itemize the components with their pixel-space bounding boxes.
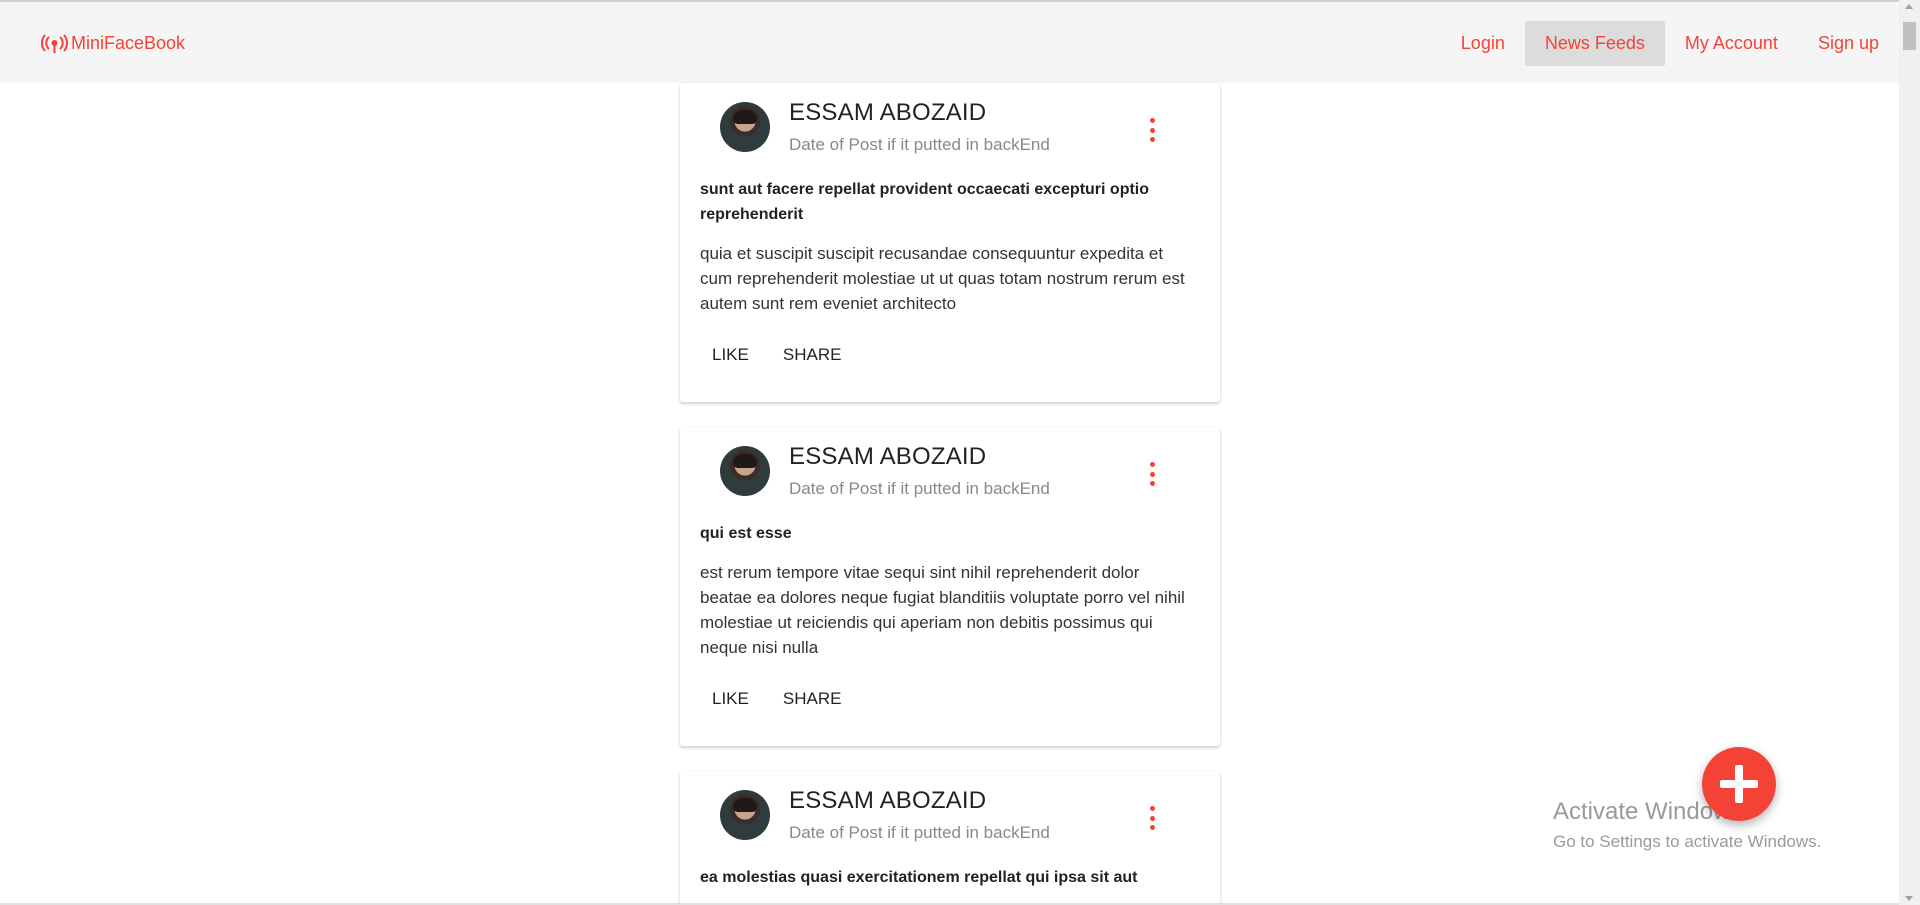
- post-body: est rerum tempore vitae sequi sint nihil…: [700, 563, 1185, 657]
- post-body: quia et suscipit suscipit recusandae con…: [700, 244, 1185, 313]
- like-button[interactable]: LIKE: [700, 681, 761, 717]
- post-actions: LIKE SHARE: [700, 337, 863, 373]
- more-vert-icon[interactable]: [1145, 462, 1159, 486]
- brand-link[interactable]: MiniFaceBook: [41, 33, 185, 54]
- page-scrollbar[interactable]: [1899, 0, 1920, 905]
- news-feed: ESSAM ABOZAID Date of Post if it putted …: [680, 83, 1220, 905]
- post-author: ESSAM ABOZAID: [789, 443, 987, 470]
- avatar: [720, 102, 770, 152]
- post-header: ESSAM ABOZAID Date of Post if it putted …: [700, 83, 1200, 177]
- post-card: ESSAM ABOZAID Date of Post if it putted …: [680, 771, 1220, 905]
- post-title: sunt aut facere repellat provident occae…: [700, 181, 1150, 223]
- nav-my-account[interactable]: My Account: [1665, 21, 1798, 66]
- brand-name: MiniFaceBook: [71, 33, 186, 53]
- share-button[interactable]: SHARE: [771, 337, 854, 373]
- post-author: ESSAM ABOZAID: [789, 99, 987, 126]
- scroll-down-icon[interactable]: [1905, 896, 1913, 901]
- post-author: ESSAM ABOZAID: [789, 787, 987, 814]
- scroll-up-icon[interactable]: [1905, 4, 1913, 9]
- like-button[interactable]: LIKE: [700, 337, 761, 373]
- activate-windows-watermark: Activate Windows Go to Settings to activ…: [1553, 798, 1821, 852]
- scrollbar-thumb[interactable]: [1903, 22, 1916, 50]
- watermark-title: Activate Windows: [1553, 798, 1743, 825]
- post-card: ESSAM ABOZAID Date of Post if it putted …: [680, 83, 1220, 402]
- watermark-subtitle: Go to Settings to activate Windows.: [1553, 832, 1822, 851]
- post-card: ESSAM ABOZAID Date of Post if it putted …: [680, 427, 1220, 746]
- post-title: qui est esse: [700, 525, 792, 542]
- more-vert-icon[interactable]: [1145, 806, 1159, 830]
- post-date: Date of Post if it putted in backEnd: [789, 823, 1050, 842]
- post-actions: LIKE SHARE: [700, 681, 863, 717]
- main-nav: Login News Feeds My Account Sign up: [1441, 21, 1899, 66]
- post-header: ESSAM ABOZAID Date of Post if it putted …: [700, 771, 1200, 865]
- post-date: Date of Post if it putted in backEnd: [789, 135, 1050, 154]
- nav-sign-up[interactable]: Sign up: [1798, 21, 1899, 66]
- post-header: ESSAM ABOZAID Date of Post if it putted …: [700, 427, 1200, 521]
- top-navbar: MiniFaceBook Login News Feeds My Account…: [0, 2, 1899, 83]
- post-title: ea molestias quasi exercitationem repell…: [700, 869, 1138, 886]
- nav-news-feeds[interactable]: News Feeds: [1524, 21, 1665, 66]
- add-post-button[interactable]: [1702, 747, 1776, 821]
- nav-login[interactable]: Login: [1441, 21, 1525, 66]
- avatar: [720, 446, 770, 496]
- post-date: Date of Post if it putted in backEnd: [789, 479, 1050, 498]
- avatar: [720, 790, 770, 840]
- more-vert-icon[interactable]: [1145, 118, 1159, 142]
- share-button[interactable]: SHARE: [771, 681, 854, 717]
- broadcast-icon: [41, 33, 68, 53]
